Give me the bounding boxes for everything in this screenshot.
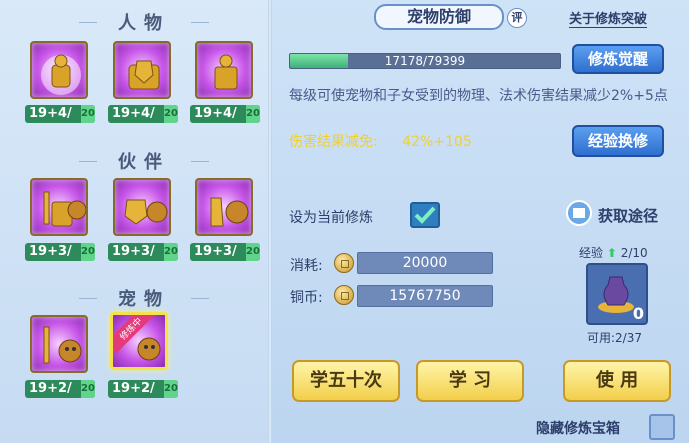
panel-divider	[268, 0, 272, 443]
character-skill-1-level: 19+4/20	[25, 105, 95, 123]
awaken-button[interactable]: 修炼觉醒	[572, 44, 664, 74]
checkmark-icon	[414, 206, 436, 224]
book-icon[interactable]	[566, 200, 592, 226]
partner-skill-2[interactable]	[113, 178, 171, 236]
cost-label: 消耗:	[290, 258, 323, 274]
character-skill-2-level: 19+4/20	[108, 105, 178, 123]
section-title-character: 人物	[79, 9, 209, 35]
golden-statue-icon	[41, 54, 81, 95]
obtain-link[interactable]: 获取途径	[598, 205, 658, 226]
effect-value: 42%+105	[402, 134, 472, 150]
partner-skill-1[interactable]	[30, 178, 88, 236]
golden-warrior-icon	[214, 54, 238, 90]
exp-progress-bar: 17178/79399	[289, 53, 561, 69]
copper-label: 铜币:	[290, 290, 323, 306]
hide-box-checkbox[interactable]	[649, 414, 675, 440]
partner-skill-1-level: 19+3/20	[25, 243, 95, 261]
exp-item-slot[interactable]: 0	[586, 263, 648, 325]
pet-skill-1-level: 19+2/20	[25, 380, 95, 398]
hide-box-label: 隐藏修炼宝箱	[536, 421, 620, 437]
breakthrough-link[interactable]: 关于修炼突破	[569, 8, 648, 28]
sword-cat-icon	[43, 326, 82, 364]
usable-label: 可用:2/37	[587, 331, 642, 345]
character-skill-3-level: 19+4/20	[190, 105, 260, 123]
section-title-pet: 宠物	[79, 285, 209, 311]
up-arrow-icon: ⬆	[606, 246, 617, 260]
exp-count: 2/10	[620, 246, 648, 260]
copper-value: 15767750	[357, 285, 493, 307]
shield-lion-icon	[124, 199, 168, 225]
eval-badge[interactable]: 评	[507, 8, 527, 28]
item-count: 0	[632, 304, 644, 323]
learn-button[interactable]: 学 习	[416, 360, 524, 402]
partner-skill-3-level: 19+3/20	[190, 243, 260, 261]
effect-line: 伤害结果减免: 42%+105	[289, 131, 472, 151]
partner-skill-2-level: 19+3/20	[108, 243, 178, 261]
character-skill-1[interactable]	[30, 41, 88, 99]
exp-progress-text: 17178/79399	[384, 54, 466, 68]
partner-skill-3[interactable]	[195, 178, 253, 236]
exp-label-line: 经验 ⬆ 2/10	[579, 244, 648, 261]
cost-coin-icon	[334, 253, 354, 273]
use-button[interactable]: 使 用	[563, 360, 671, 402]
effect-label: 伤害结果减免:	[289, 134, 378, 150]
character-skill-2[interactable]	[113, 41, 171, 99]
section-title-partner: 伙伴	[79, 148, 209, 174]
character-skill-3[interactable]	[195, 41, 253, 99]
skill-description: 每级可使宠物和子女受到的物理、法术伤害结果减少2%+5点	[289, 88, 668, 104]
pet-skill-2-level: 19+2/20	[108, 380, 178, 398]
set-current-label: 设为当前修炼	[289, 210, 373, 226]
skill-title: 宠物防御	[374, 4, 504, 30]
cost-value: 20000	[357, 252, 493, 274]
exp-label: 经验	[579, 246, 604, 260]
hand-lion-icon	[210, 197, 249, 227]
exchange-exp-button[interactable]: 经验换修	[572, 125, 664, 157]
learn-fifty-button[interactable]: 学五十次	[292, 360, 400, 402]
pet-skill-2[interactable]: 修炼中	[110, 312, 168, 370]
armor-shield-icon	[128, 60, 160, 90]
book-glyph	[573, 208, 585, 218]
set-current-checkbox[interactable]	[410, 202, 440, 228]
sword-armor-icon	[43, 191, 86, 227]
pet-skill-1[interactable]	[30, 315, 88, 373]
copper-coin-icon	[334, 285, 354, 305]
